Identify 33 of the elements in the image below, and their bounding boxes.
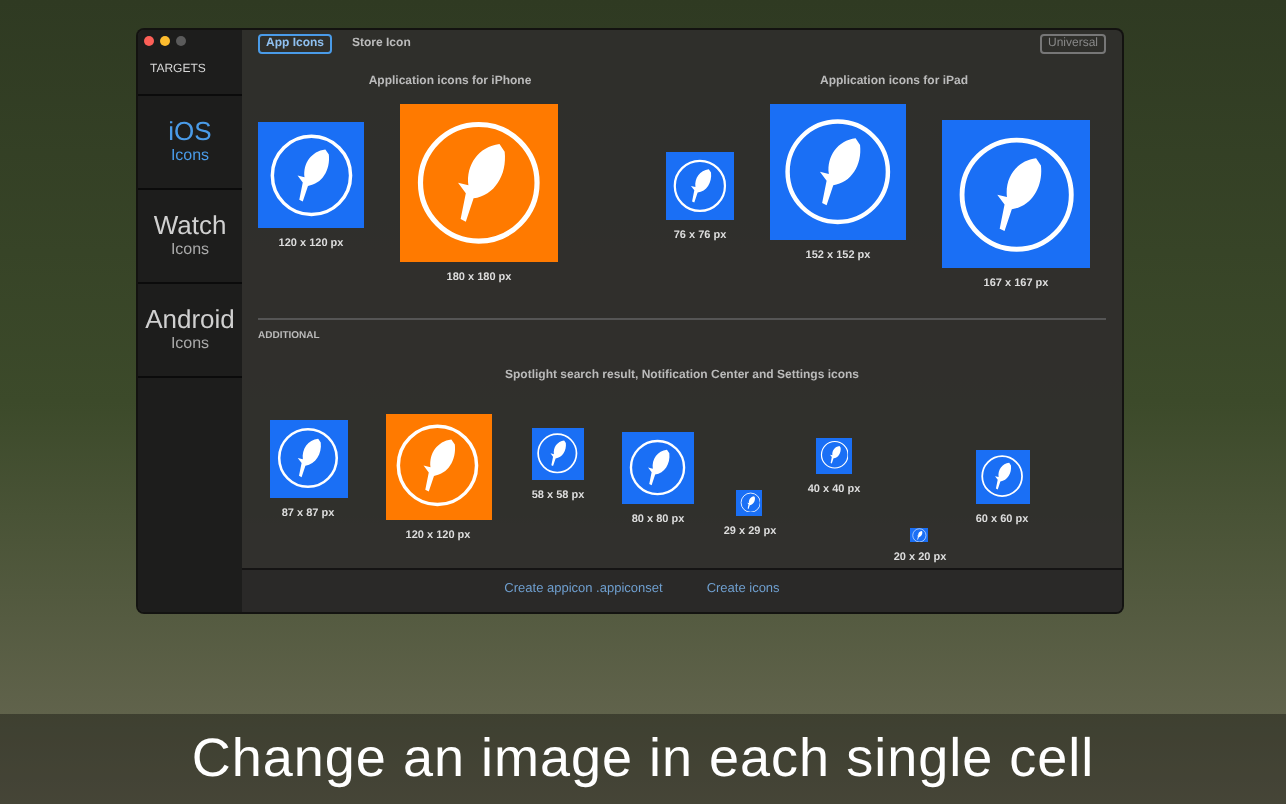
feather-icon [672, 158, 728, 214]
feather-icon [912, 527, 928, 543]
feather-icon [628, 437, 688, 497]
feather-icon [276, 426, 340, 490]
app-icon-tile[interactable] [815, 437, 852, 473]
sidebar-item[interactable]: Watch Icons [138, 190, 242, 284]
app-icon-tile[interactable] [770, 104, 906, 240]
app-icon-tile[interactable] [736, 489, 763, 515]
sidebar-item[interactable]: iOS Icons [138, 96, 242, 190]
feather-icon [414, 118, 544, 248]
app-icon-tile[interactable] [622, 431, 694, 503]
app-icon-tile[interactable] [942, 120, 1090, 268]
feather-icon [955, 133, 1077, 255]
minimize-button[interactable] [160, 36, 170, 46]
app-icon-tile[interactable] [400, 104, 558, 262]
sidebar-item[interactable]: Android Icons [138, 284, 242, 378]
feather-icon [739, 491, 761, 513]
feather-icon [536, 431, 580, 475]
close-button[interactable] [144, 36, 154, 46]
feather-icon [819, 440, 849, 470]
app-icon-tile[interactable] [269, 419, 347, 497]
app-icon-tile[interactable] [666, 152, 734, 220]
zoom-button[interactable] [176, 36, 186, 46]
app-icon-tile[interactable] [531, 427, 584, 479]
app-icon-tile[interactable] [258, 122, 364, 228]
app-icon-tile[interactable] [910, 527, 929, 543]
app-icon-tile[interactable] [975, 449, 1029, 503]
app-icon-tile[interactable] [385, 413, 491, 519]
feather-icon [782, 116, 894, 228]
feather-icon [394, 422, 482, 510]
feather-icon [979, 453, 1025, 499]
feather-icon [267, 131, 355, 219]
caption: Change an image in each single cell [191, 726, 1095, 793]
